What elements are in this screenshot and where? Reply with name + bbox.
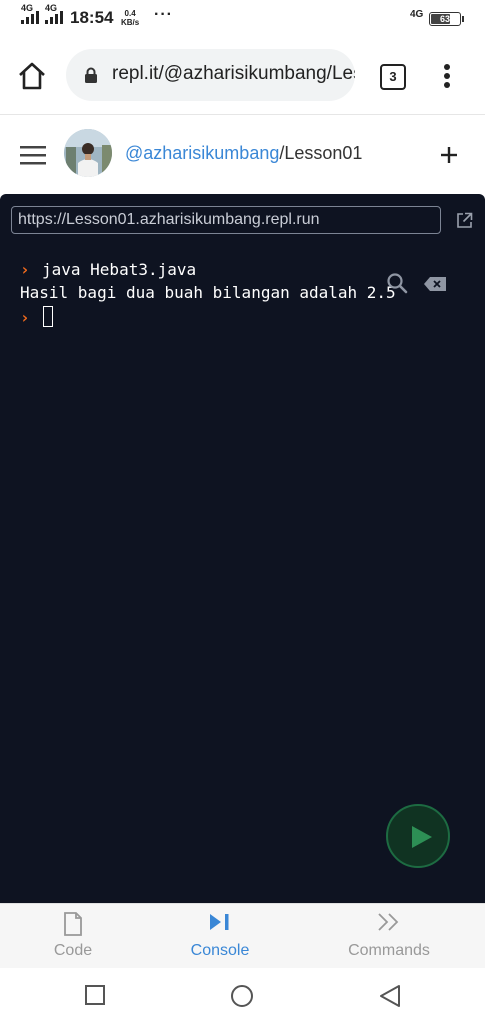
tab-commands-label: Commands: [348, 942, 430, 959]
lock-icon: [85, 67, 97, 83]
network-type-2: 4G: [45, 3, 58, 13]
tab-console[interactable]: Console: [180, 904, 260, 968]
tab-code-label: Code: [53, 942, 93, 959]
prompt-symbol: ›: [20, 260, 30, 279]
run-url-field[interactable]: https://Lesson01.azharisikumbang.repl.ru…: [11, 206, 441, 234]
status-bar: 4G 4G 18:54 0.4 KB/s ··· 4G 63: [0, 0, 485, 36]
more-vert-icon[interactable]: [438, 62, 456, 90]
recents-icon[interactable]: [84, 984, 106, 1006]
clock: 18:54: [70, 8, 114, 27]
input-line[interactable]: ›: [20, 306, 396, 329]
tab-commands[interactable]: Commands: [340, 904, 438, 968]
network-type-right: 4G: [410, 9, 424, 20]
avatar[interactable]: [64, 129, 112, 177]
add-button[interactable]: [440, 141, 458, 169]
search-icon[interactable]: [386, 272, 408, 294]
terminal-output: › java Hebat3.java Hasil bagi dua buah bi…: [20, 260, 396, 329]
output-line: Hasil bagi dua buah bilangan adalah 2.5: [20, 283, 396, 306]
back-icon[interactable]: [378, 984, 402, 1008]
chevrons-right-icon: [378, 913, 399, 931]
tab-code[interactable]: Code: [43, 904, 103, 968]
tab-console-label: Console: [190, 942, 250, 959]
url-text: repl.it/@azharisikumbang/Lesson01: [112, 63, 355, 84]
command-text: java Hebat3.java: [42, 260, 197, 279]
clear-console-icon[interactable]: [423, 276, 447, 292]
repl-header: @azharisikumbang/Lesson01: [0, 115, 485, 194]
plus-icon: [441, 147, 457, 163]
external-link-icon[interactable]: [456, 212, 473, 229]
run-button[interactable]: [386, 804, 450, 868]
browser-toolbar: repl.it/@azharisikumbang/Lesson01 3: [0, 36, 485, 115]
network-type-1: 4G: [21, 3, 34, 13]
prompt-symbol: ›: [20, 308, 30, 327]
command-line: › java Hebat3.java: [20, 260, 396, 283]
home-circle-icon[interactable]: [230, 984, 254, 1008]
system-navigation-bar: [0, 968, 485, 1024]
hamburger-menu-icon[interactable]: [20, 145, 46, 165]
console-panel[interactable]: https://Lesson01.azharisikumbang.repl.ru…: [0, 194, 485, 903]
text-cursor: [43, 306, 53, 327]
notification-overflow: ···: [154, 6, 173, 23]
play-icon: [412, 826, 432, 848]
battery-level: 63: [439, 14, 450, 24]
tab-switcher-button[interactable]: 3: [380, 64, 406, 90]
home-icon[interactable]: [14, 58, 50, 94]
battery-icon: 63: [429, 12, 464, 26]
network-speed: 0.4 KB/s: [121, 9, 139, 27]
speed-unit: KB/s: [121, 18, 140, 27]
project-name[interactable]: Lesson01: [284, 143, 362, 163]
breadcrumb: @azharisikumbang/Lesson01: [125, 143, 362, 164]
output-text: Hasil bagi dua buah bilangan adalah 2.5: [20, 283, 396, 302]
console-play-icon: [210, 914, 229, 930]
file-icon: [64, 912, 82, 936]
speed-value: 0.4: [124, 9, 136, 18]
address-bar[interactable]: repl.it/@azharisikumbang/Lesson01: [66, 49, 355, 101]
username-link[interactable]: @azharisikumbang: [125, 143, 279, 163]
bottom-tab-bar: Code Console Commands: [0, 903, 485, 968]
